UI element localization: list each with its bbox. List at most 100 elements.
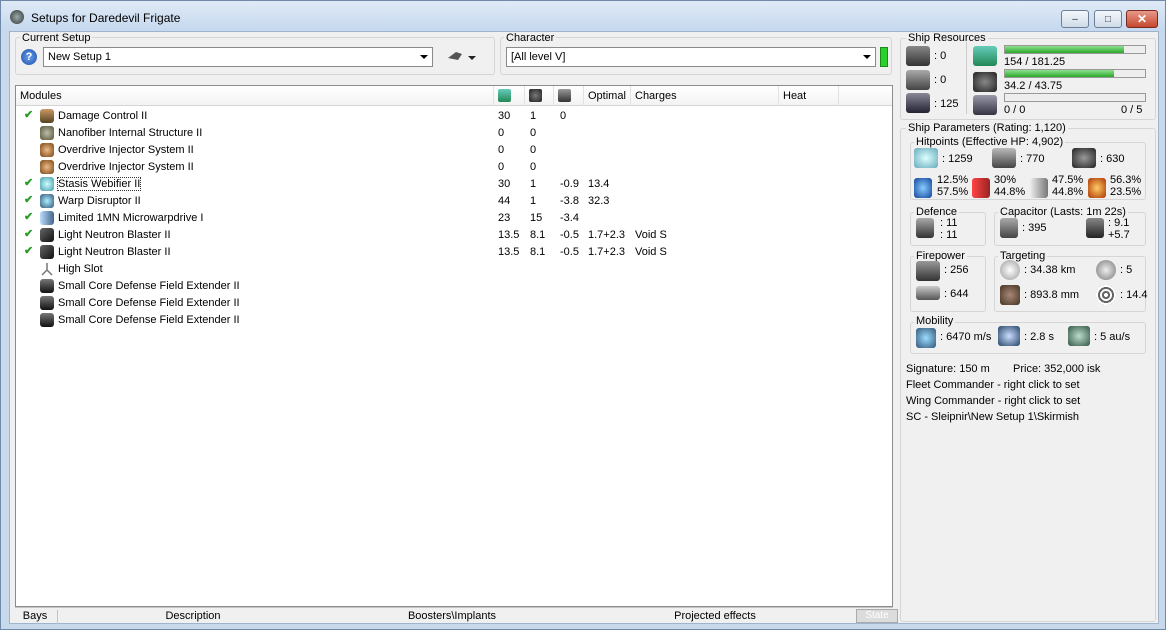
- module-cpu: 23: [498, 212, 511, 224]
- module-row[interactable]: ✔ Limited 1MN Microwarpdrive I 23 15 -3.4: [16, 210, 892, 227]
- active-check-icon[interactable]: ✔: [24, 193, 33, 206]
- module-name: Warp Disruptor II: [58, 195, 141, 207]
- module-row[interactable]: Small Core Defense Field Extender II: [16, 295, 892, 312]
- module-row[interactable]: Small Core Defense Field Extender II: [16, 278, 892, 295]
- setup-window: Setups for Daredevil Frigate – □ ✕ Curre…: [0, 0, 1166, 630]
- character-dropdown[interactable]: [All level V]: [506, 47, 876, 67]
- module-pg: 0: [530, 161, 537, 173]
- wing-commander-link[interactable]: Wing Commander - right click to set: [906, 395, 1080, 407]
- maximize-button[interactable]: □: [1094, 10, 1122, 28]
- shield-icon: [914, 148, 938, 168]
- tab-divider: [57, 610, 58, 624]
- state-button[interactable]: State: [856, 609, 898, 623]
- calibration-value: 0 / 0: [1004, 104, 1026, 116]
- cpu-bar: [1004, 45, 1146, 54]
- module-cpu: 0: [498, 161, 505, 173]
- explosive-resist-shield: 56.3%: [1110, 174, 1142, 186]
- module-optimal: 13.4: [588, 178, 610, 190]
- thermal-resist-armor: 44.8%: [994, 186, 1026, 198]
- overdrive-icon: [40, 160, 54, 174]
- module-row[interactable]: ✔ Warp Disruptor II 44 1 -3.8 32.3: [16, 193, 892, 210]
- col-charges[interactable]: Charges: [631, 86, 779, 106]
- active-check-icon[interactable]: ✔: [24, 227, 33, 240]
- capacitor-icon: [1000, 218, 1018, 238]
- ship-stats-panel: Ship Resources : 0 : 0 : 125 154 / 181.2…: [900, 32, 1158, 623]
- bottom-tabs: Bays Description Boosters\Implants Proje…: [15, 607, 898, 624]
- microwarpdrive-icon: [40, 211, 54, 225]
- blaster-icon: [40, 228, 54, 242]
- capacitor-amount-value: : 395: [1022, 222, 1047, 234]
- squad-commander-link[interactable]: SC - Sleipnir\New Setup 1\Skirmish: [906, 411, 1079, 423]
- col-heat[interactable]: Heat: [779, 86, 839, 106]
- module-row[interactable]: Overdrive Injector System II 0 0: [16, 159, 892, 176]
- fleet-commander-link[interactable]: Fleet Commander - right click to set: [906, 379, 1080, 391]
- module-optimal: 32.3: [588, 195, 610, 207]
- col-cpu[interactable]: [494, 86, 525, 106]
- tab-description[interactable]: Description: [59, 610, 327, 622]
- calibration-bar: [1004, 93, 1146, 102]
- stasis-webifier-icon: [40, 177, 54, 191]
- high-slot-icon: [40, 262, 54, 276]
- close-button[interactable]: ✕: [1126, 10, 1158, 28]
- title-bar[interactable]: Setups for Daredevil Frigate – □ ✕: [1, 1, 1165, 31]
- drone-bandwidth-value: : 125: [934, 98, 959, 110]
- help-icon[interactable]: ?: [21, 49, 37, 65]
- module-row[interactable]: ✔ Damage Control II 30 1 0: [16, 108, 892, 125]
- col-powergrid[interactable]: [525, 86, 554, 106]
- calibration-max-value: 0 / 5: [1121, 104, 1143, 116]
- armor-hp-value: : 770: [1020, 153, 1045, 165]
- capacitor-recharge-icon: [1086, 218, 1104, 238]
- module-cap: -0.9: [560, 178, 579, 190]
- module-name: Nanofiber Internal Structure II: [58, 127, 203, 139]
- ship-menu-button[interactable]: [446, 48, 478, 66]
- ship-icon: [448, 52, 476, 60]
- module-row[interactable]: Overdrive Injector System II 0 0: [16, 142, 892, 159]
- module-name: Damage Control II: [58, 110, 148, 122]
- module-row[interactable]: Small Core Defense Field Extender II: [16, 312, 892, 329]
- col-modules[interactable]: Modules: [16, 86, 494, 106]
- module-pg: 15: [530, 212, 543, 224]
- em-resist-icon: [914, 178, 932, 198]
- module-row[interactable]: ✔ Light Neutron Blaster II 13.5 8.1 -0.5 1.7+…: [16, 227, 892, 244]
- drone-bandwidth-icon: [906, 93, 930, 113]
- module-name: Light Neutron Blaster II: [58, 229, 171, 241]
- thermal-resist-icon: [972, 178, 990, 198]
- active-check-icon[interactable]: ✔: [24, 176, 33, 189]
- col-capacitor[interactable]: [554, 86, 584, 106]
- sensor-strength-value: : 14.4: [1120, 289, 1148, 301]
- shield-hp-value: : 1259: [942, 153, 973, 165]
- em-resist-shield: 12.5%: [937, 174, 969, 186]
- resources-divider: [966, 42, 967, 114]
- align-time-value: : 2.8 s: [1024, 331, 1054, 343]
- active-check-icon[interactable]: ✔: [24, 210, 33, 223]
- scan-resolution-value: : 893.8 mm: [1024, 289, 1080, 301]
- module-cap: -0.5: [560, 229, 579, 241]
- module-cpu: 30: [498, 178, 511, 190]
- minimize-button[interactable]: –: [1061, 10, 1089, 28]
- module-row[interactable]: ✔ Light Neutron Blaster II 13.5 8.1 -0.5 1.7+…: [16, 244, 892, 261]
- warp-speed-icon: [1068, 326, 1090, 346]
- powergrid-icon: [529, 89, 542, 102]
- powergrid-icon: [973, 72, 997, 92]
- turret-hardpoint-icon: [906, 46, 930, 66]
- module-row[interactable]: High Slot: [16, 261, 892, 278]
- module-row[interactable]: ✔ Stasis Webifier II 30 1 -0.9 13.4: [16, 176, 892, 193]
- modules-list[interactable]: Modules Optimal Charges Heat ✔ Damage Con…: [15, 85, 893, 607]
- tab-bays[interactable]: Bays: [15, 610, 55, 622]
- cpu-icon: [498, 89, 511, 102]
- active-check-icon[interactable]: ✔: [24, 108, 33, 121]
- turret-hardpoints-value: : 0: [934, 50, 947, 62]
- rig-icon: [40, 313, 54, 327]
- align-time-icon: [998, 326, 1020, 346]
- module-name: Limited 1MN Microwarpdrive I: [58, 212, 204, 224]
- sensor-strength-icon: [1096, 285, 1116, 305]
- current-setup-dropdown[interactable]: New Setup 1: [43, 47, 433, 67]
- tab-boosters-implants[interactable]: Boosters\Implants: [327, 610, 577, 622]
- current-setup-value: New Setup 1: [48, 51, 111, 63]
- col-optimal[interactable]: Optimal: [584, 86, 631, 106]
- active-check-icon[interactable]: ✔: [24, 244, 33, 257]
- tab-projected-effects[interactable]: Projected effects: [577, 610, 853, 622]
- character-value: [All level V]: [511, 51, 566, 63]
- module-row[interactable]: Nanofiber Internal Structure II 0 0: [16, 125, 892, 142]
- ship-parameters-group: [900, 128, 1156, 622]
